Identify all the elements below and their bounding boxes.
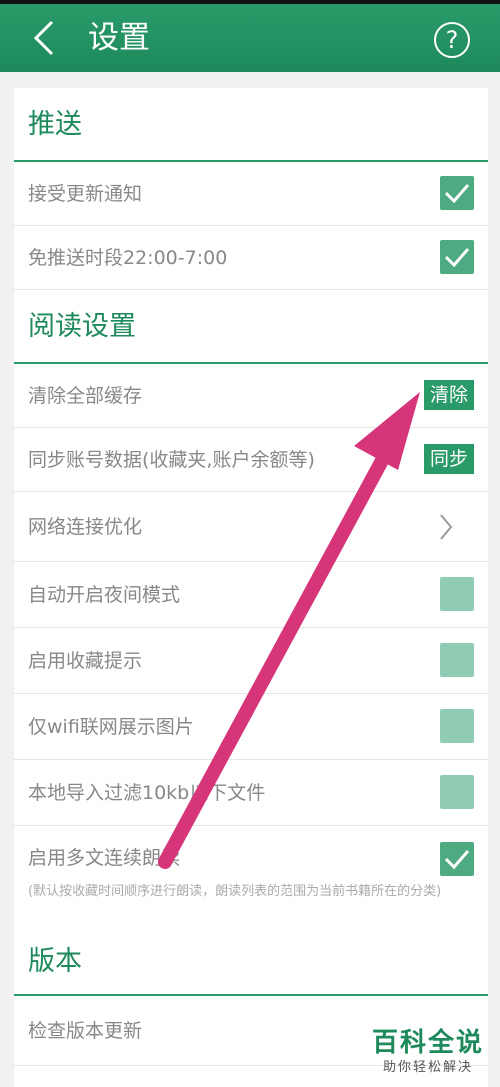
row-sync-account[interactable]: 同步账号数据(收藏夹,账户余额等) 同步 xyxy=(14,428,488,492)
sync-button[interactable]: 同步 xyxy=(423,444,474,474)
checkmark-icon xyxy=(444,184,470,204)
row-label: 网络连接优化 xyxy=(28,516,143,538)
section-push: 推送 接受更新通知 免推送时段22:00-7:00 xyxy=(14,88,488,290)
checkbox-night-mode[interactable] xyxy=(440,577,474,611)
row-night-mode[interactable]: 自动开启夜间模式 xyxy=(14,562,488,628)
page-title: 设置 xyxy=(88,20,150,56)
checkbox-continuous-read[interactable] xyxy=(440,842,474,876)
clear-button[interactable]: 清除 xyxy=(423,380,474,410)
watermark-logo: 百科全说 助你轻松解决 xyxy=(372,1027,484,1077)
watermark-title: 百科全说 xyxy=(371,1028,484,1058)
app-header: 设置 ? xyxy=(0,4,500,72)
row-wifi-images[interactable]: 仅wifi联网展示图片 xyxy=(14,694,488,760)
question-icon: ? xyxy=(445,26,459,54)
continuous-read-note: (默认按收藏时间顺序进行朗读，朗读列表的范围为当前书籍所在的分类) xyxy=(28,884,442,899)
row-label: 检查版本更新 xyxy=(28,1020,143,1042)
checkbox-update-notify[interactable] xyxy=(440,176,474,210)
row-favorite-tip[interactable]: 启用收藏提示 xyxy=(14,628,488,694)
section-reading: 阅读设置 清除全部缓存 清除 同步账号数据(收藏夹,账户余额等) 同步 网络连接… xyxy=(14,290,488,944)
back-button[interactable] xyxy=(24,14,68,62)
row-label: 接受更新通知 xyxy=(28,183,143,205)
row-label: 启用收藏提示 xyxy=(28,650,143,672)
section-title-reading: 阅读设置 xyxy=(14,290,488,364)
row-update-notify[interactable]: 接受更新通知 xyxy=(14,162,488,226)
watermark-subtitle: 助你轻松解决 xyxy=(382,1060,473,1075)
section-title-version: 版本 xyxy=(14,928,488,996)
checkbox-quiet-hours[interactable] xyxy=(440,240,474,274)
row-label: 同步账号数据(收藏夹,账户余额等) xyxy=(28,449,315,471)
checkmark-icon xyxy=(444,850,470,870)
row-label: 自动开启夜间模式 xyxy=(28,584,181,606)
chevron-right-icon xyxy=(440,514,453,540)
checkbox-favorite-tip[interactable] xyxy=(440,643,474,677)
row-filter-small-files[interactable]: 本地导入过滤10kb以下文件 xyxy=(14,760,488,826)
row-continuous-read[interactable]: 启用多文连续朗读 (默认按收藏时间顺序进行朗读，朗读列表的范围为当前书籍所在的分… xyxy=(14,826,488,944)
row-label: 免推送时段22:00-7:00 xyxy=(28,247,228,269)
checkbox-filter-small-files[interactable] xyxy=(440,775,474,809)
help-button[interactable]: ? xyxy=(434,22,470,58)
row-network-optimize[interactable]: 网络连接优化 xyxy=(14,492,488,562)
chevron-left-icon xyxy=(33,20,54,56)
row-label: 启用多文连续朗读 xyxy=(28,847,181,869)
row-label: 清除全部缓存 xyxy=(28,385,143,407)
row-label: 仅wifi联网展示图片 xyxy=(28,716,194,738)
checkbox-wifi-images[interactable] xyxy=(440,709,474,743)
section-title-push: 推送 xyxy=(14,88,488,162)
row-quiet-hours[interactable]: 免推送时段22:00-7:00 xyxy=(14,226,488,290)
row-clear-cache[interactable]: 清除全部缓存 清除 xyxy=(14,364,488,428)
row-label: 本地导入过滤10kb以下文件 xyxy=(28,782,266,804)
checkmark-icon xyxy=(444,248,470,268)
